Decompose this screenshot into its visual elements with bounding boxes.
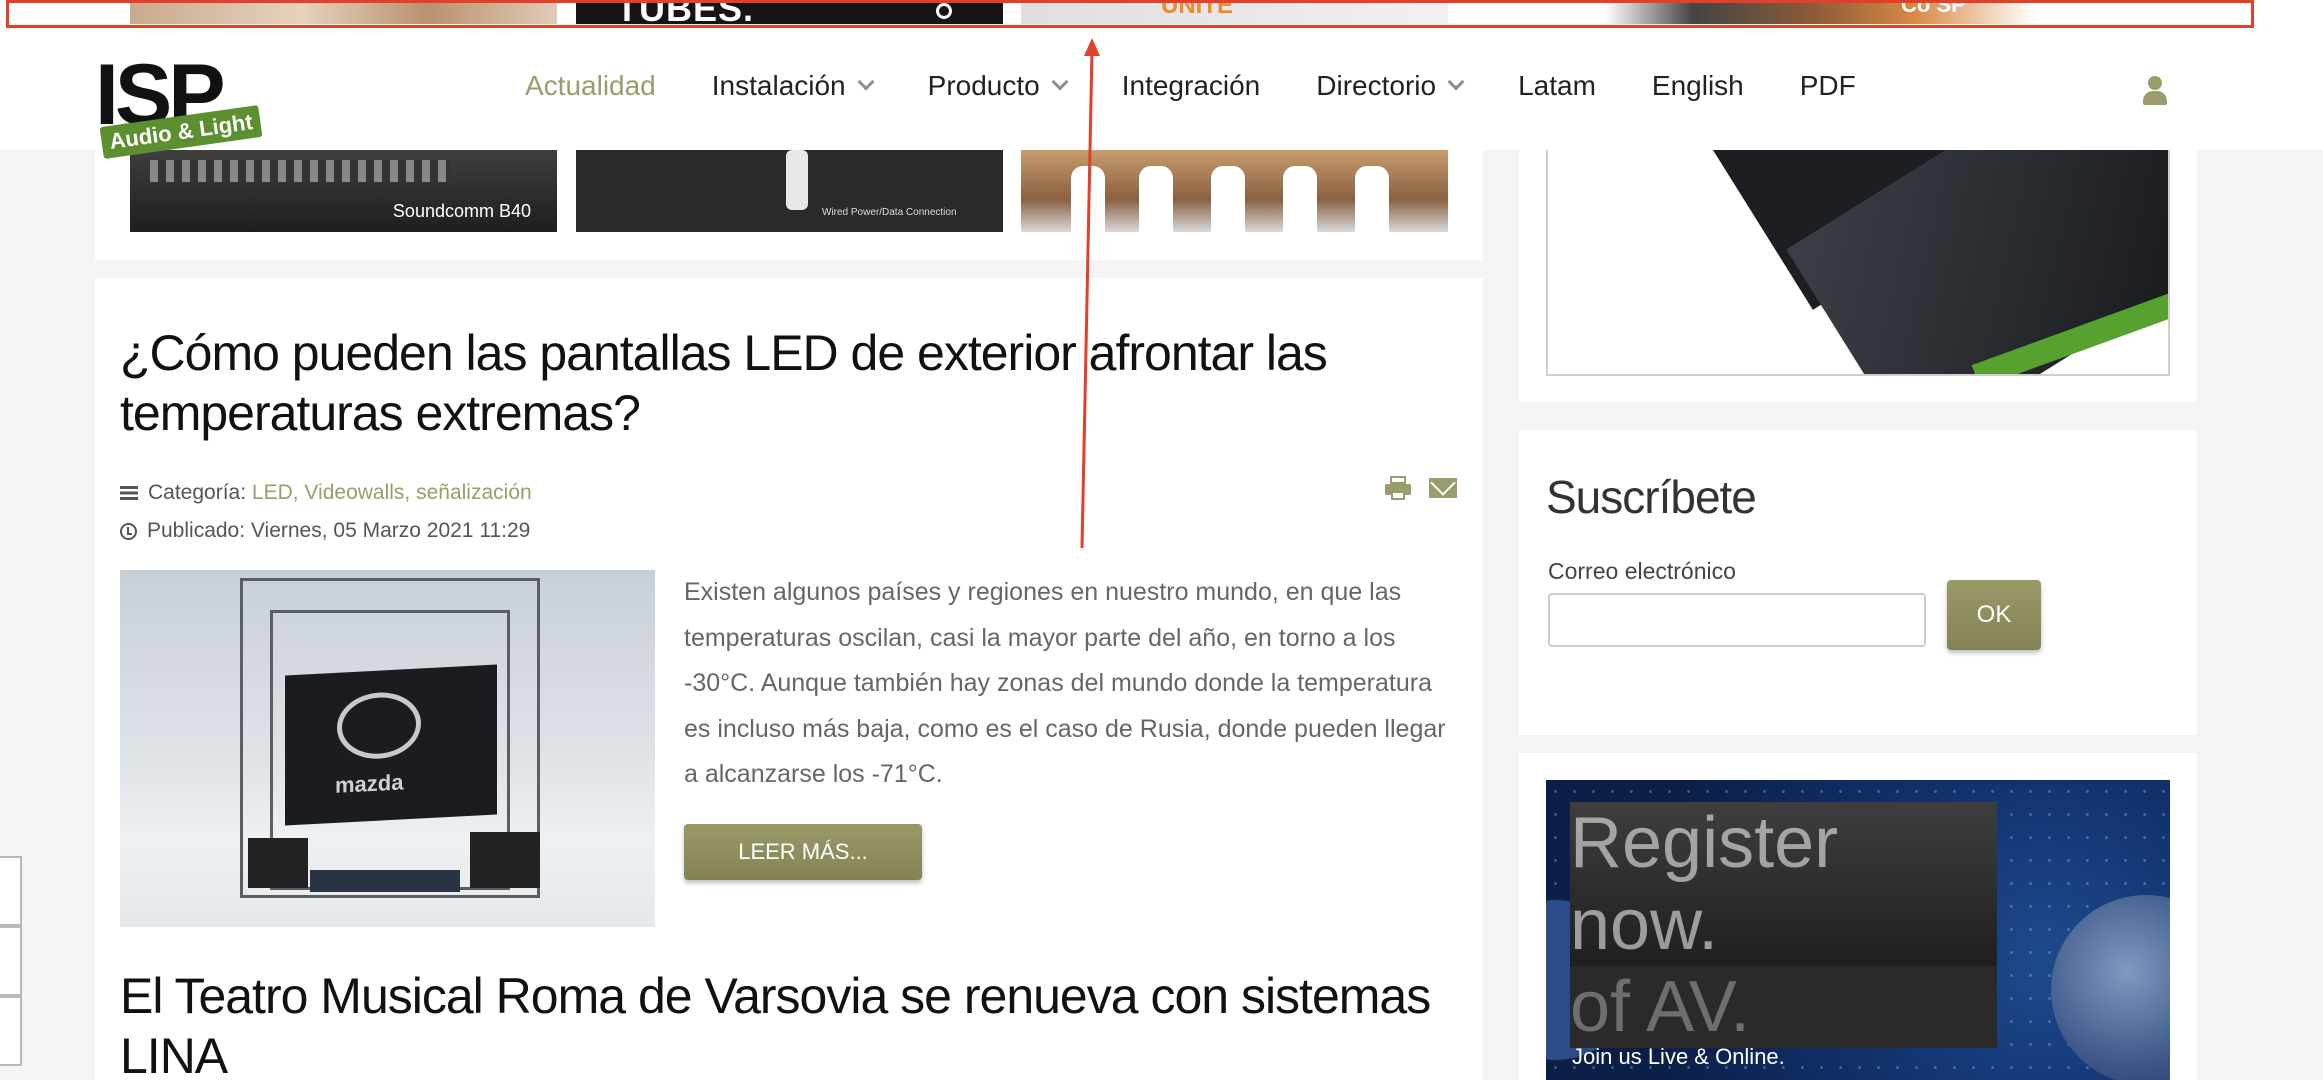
- side-tab[interactable]: [0, 996, 22, 1066]
- category-row: Categoría: LED, Videowalls, señalización: [120, 474, 532, 512]
- article-image[interactable]: mazda: [120, 570, 655, 927]
- nav-label: Integración: [1121, 70, 1261, 101]
- speaker-stack: [248, 838, 308, 888]
- email-label: Correo electrónico: [1548, 558, 1736, 584]
- ad-join-text: Join us Live & Online.: [1572, 1044, 1785, 1069]
- published-date: Publicado: Viernes, 05 Marzo 2021 11:29: [147, 519, 531, 542]
- article-card: ¿Cómo pueden las pantallas LED de exteri…: [95, 278, 1483, 1080]
- chevron-down-icon: [857, 73, 875, 91]
- site-header: ISP Audio & Light Actualidad Instalación…: [0, 28, 2323, 159]
- nav-label: Directorio: [1316, 70, 1437, 101]
- screen-brand-text: mazda: [335, 769, 404, 798]
- sidebar-ad-card: Discover the Future of AV. Register now.…: [1519, 753, 2197, 1080]
- nav-item-producto[interactable]: Producto: [927, 70, 1069, 102]
- speaker-stack: [470, 832, 540, 888]
- nav-item-english[interactable]: English: [1652, 70, 1744, 102]
- flight-cases: [310, 870, 460, 892]
- user-icon-head: [2148, 76, 2162, 90]
- nav-label: Instalación: [711, 70, 846, 101]
- email-icon[interactable]: [1429, 478, 1457, 498]
- article-title[interactable]: ¿Cómo pueden las pantallas LED de exteri…: [120, 323, 1420, 443]
- nav-item-instalacion[interactable]: Instalación: [711, 70, 875, 102]
- thumbnail-3-person: [1211, 166, 1245, 232]
- thumbnail-1-caption: Soundcomm B40: [392, 201, 531, 221]
- nav-label: Latam: [1518, 70, 1596, 101]
- side-tab[interactable]: [0, 856, 22, 926]
- led-screen: mazda: [285, 664, 497, 826]
- nav-item-pdf[interactable]: PDF: [1800, 70, 1856, 102]
- thumbnail-3-person: [1139, 166, 1173, 232]
- site-logo[interactable]: ISP Audio & Light: [95, 50, 285, 168]
- next-article-title[interactable]: El Teatro Musical Roma de Varsovia se re…: [120, 966, 1480, 1080]
- category-label: Categoría:: [148, 481, 247, 504]
- nav-item-actualidad[interactable]: Actualidad: [525, 70, 656, 102]
- thumbnail-3[interactable]: [1021, 150, 1448, 232]
- main-nav: Actualidad Instalación Producto Integrac…: [525, 66, 1912, 106]
- read-more-button[interactable]: LEER MÁS...: [684, 824, 922, 880]
- nav-label: Actualidad: [525, 70, 656, 101]
- print-icon-paper: [1391, 491, 1405, 500]
- article-meta: Categoría: LED, Videowalls, señalización…: [120, 474, 532, 550]
- chevron-down-icon: [1051, 73, 1069, 91]
- email-input[interactable]: [1548, 593, 1926, 647]
- thumbnail-row: Soundcomm B40 Wired Power/Data Connectio…: [95, 150, 1483, 260]
- nav-item-integracion[interactable]: Integración: [1122, 70, 1261, 102]
- thumbnail-2-device: [786, 150, 808, 210]
- published-row: Publicado: Viernes, 05 Marzo 2021 11:29: [120, 512, 532, 550]
- nav-label: PDF: [1799, 70, 1856, 101]
- sidebar-magazine-card: [1519, 150, 2197, 402]
- subscribe-title: Suscríbete: [1546, 471, 1757, 523]
- side-tab[interactable]: [0, 926, 22, 996]
- thumbnail-2[interactable]: Wired Power/Data Connection: [576, 150, 1003, 232]
- nav-label: Producto: [927, 70, 1040, 101]
- subscribe-ok-button[interactable]: OK: [1947, 580, 2041, 650]
- article-excerpt: Existen algunos países y regiones en nue…: [684, 578, 1446, 788]
- thumbnail-3-person: [1071, 166, 1105, 232]
- thumbnail-3-person: [1283, 166, 1317, 232]
- list-icon: [120, 486, 138, 500]
- nav-item-latam[interactable]: Latam: [1518, 70, 1596, 102]
- nav-label: English: [1651, 70, 1744, 101]
- user-icon-body: [2143, 91, 2167, 105]
- subscribe-widget: Suscríbete Correo electrónico OK: [1519, 430, 2197, 735]
- chevron-down-icon: [1447, 73, 1465, 91]
- thumbnail-3-person: [1355, 166, 1389, 232]
- mazda-logo-icon: [337, 690, 421, 761]
- ad-headline-register: Register now.: [1570, 802, 1997, 966]
- clock-icon: [120, 522, 137, 540]
- page: TUBES. UNITE Co SP ISP Audio & Light Act…: [0, 0, 2323, 1080]
- ad-banner[interactable]: Discover the Future of AV. Register now.…: [1546, 780, 2170, 1080]
- article-tools: [1385, 476, 1457, 500]
- print-icon-top: [1390, 476, 1406, 484]
- user-icon[interactable]: [2140, 76, 2170, 108]
- magazine-cover-image[interactable]: [1546, 150, 2170, 376]
- thumbnail-2-caption: Wired Power/Data Connection: [822, 207, 957, 218]
- print-icon[interactable]: [1385, 476, 1411, 500]
- category-links[interactable]: LED, Videowalls, señalización: [252, 481, 532, 505]
- nav-item-directorio[interactable]: Directorio: [1316, 70, 1465, 102]
- highlight-box: [6, 0, 2254, 28]
